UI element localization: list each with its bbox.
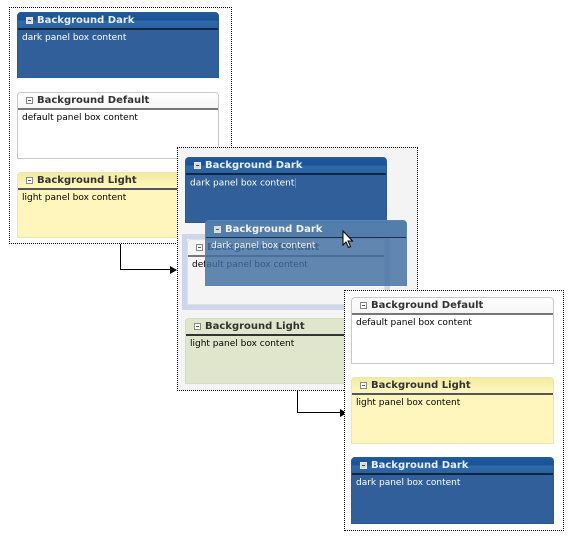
panel-title: Background Dark: [371, 460, 469, 471]
panel-background-dark[interactable]: Background Dark dark panel box content: [17, 12, 219, 78]
panel-content: dark panel box content: [356, 478, 461, 488]
mouse-pointer-icon: [342, 230, 354, 249]
collapse-minus-icon[interactable]: [26, 97, 33, 104]
panel-title: Background Dark: [205, 160, 303, 171]
panel-content: default panel box content: [356, 318, 472, 328]
collapse-minus-icon[interactable]: [360, 302, 367, 309]
stage-final: Background Default default panel box con…: [344, 290, 564, 531]
panel-header[interactable]: Background Dark: [206, 221, 406, 238]
collapse-minus-icon[interactable]: [26, 17, 33, 24]
connector-line-horizontal: [297, 412, 345, 413]
collapse-minus-icon[interactable]: [360, 382, 367, 389]
panel-title: Background Default: [371, 300, 484, 311]
connector-line-vertical: [297, 391, 298, 413]
panel-background-dark[interactable]: Background Dark dark panel box content: [351, 457, 554, 524]
connector-line-horizontal: [120, 269, 172, 270]
connector-line-vertical: [120, 244, 121, 270]
panel-content: light panel box content: [356, 398, 461, 408]
panel-content: dark panel box content: [22, 33, 127, 43]
content-text: dark panel box content: [190, 178, 295, 189]
panel-header[interactable]: Background Default: [18, 93, 218, 110]
drag-ghost-panel[interactable]: Background Dark dark panel box content: [205, 220, 407, 286]
panel-title: Background Default: [37, 95, 150, 106]
panel-header[interactable]: Background Dark: [18, 13, 218, 30]
panel-background-light[interactable]: Background Light light panel box content: [351, 377, 554, 444]
panel-header[interactable]: Background Dark: [352, 458, 553, 475]
panel-title: Background Light: [37, 175, 137, 186]
text-caret: [295, 178, 297, 188]
collapse-minus-icon[interactable]: [26, 177, 33, 184]
panel-header[interactable]: Background Light: [352, 378, 553, 395]
panel-content: dark panel box content: [211, 241, 316, 251]
collapse-minus-icon[interactable]: [360, 462, 367, 469]
panel-title: Background Light: [371, 380, 471, 391]
panel-background-default[interactable]: Background Default default panel box con…: [351, 297, 554, 364]
panel-content: dark panel box content: [186, 175, 386, 192]
panel-content: default panel box content: [22, 113, 138, 123]
panel-title: Background Dark: [225, 223, 323, 235]
panel-header[interactable]: Background Default: [352, 298, 553, 315]
panel-title: Background Dark: [37, 15, 135, 26]
arrow-right-icon: [170, 266, 177, 274]
panel-background-dark[interactable]: Background Dark dark panel box content: [185, 157, 387, 223]
panel-title: Background Light: [205, 321, 305, 332]
collapse-minus-icon[interactable]: [214, 225, 221, 233]
collapse-minus-icon[interactable]: [196, 244, 203, 251]
collapse-minus-icon[interactable]: [194, 323, 201, 330]
panel-header[interactable]: Background Dark: [186, 158, 386, 175]
collapse-minus-icon[interactable]: [194, 162, 201, 169]
